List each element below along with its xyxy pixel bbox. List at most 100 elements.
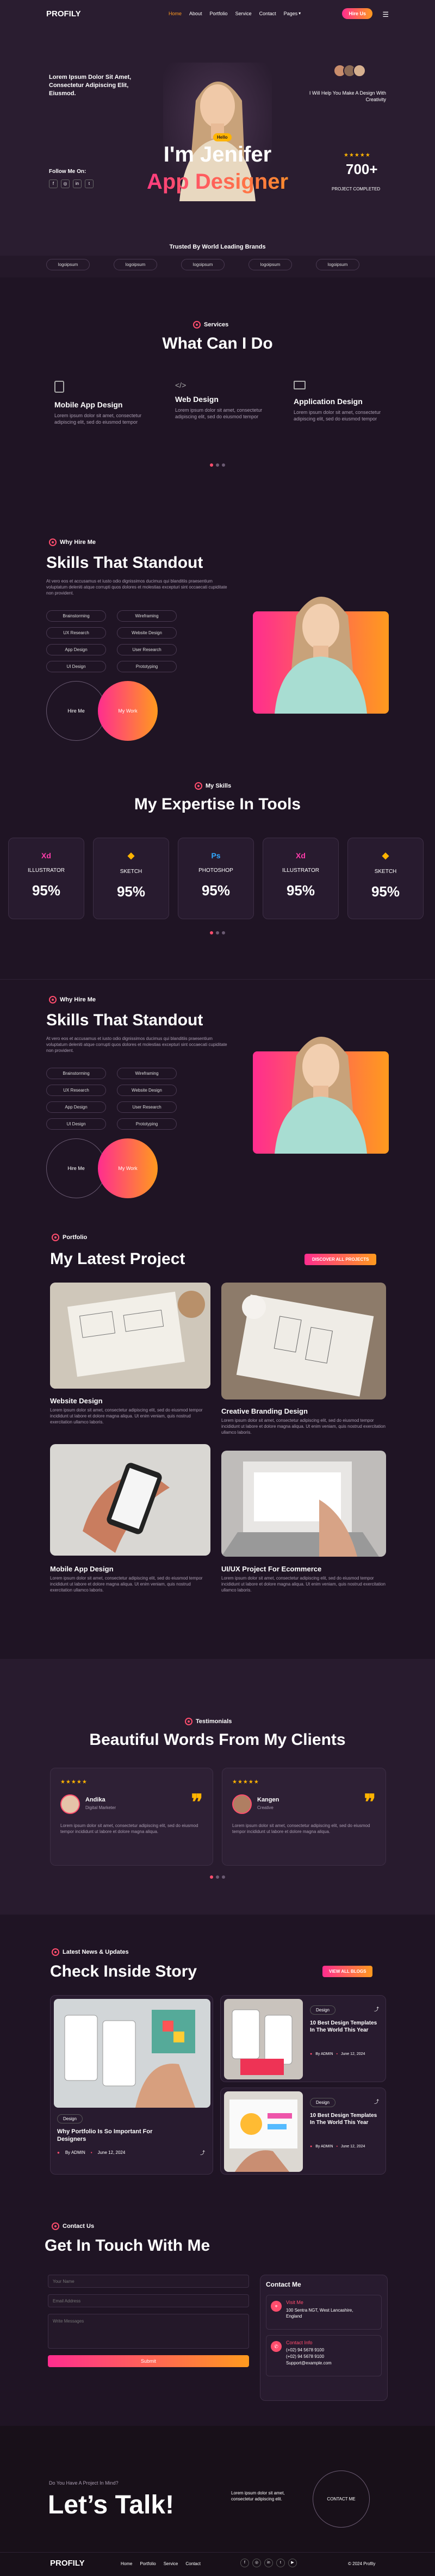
carousel-dots[interactable] (0, 931, 435, 934)
tool-percent: 95% (116, 883, 146, 900)
logo[interactable]: PROFILY (46, 9, 122, 18)
blog-title[interactable]: Why Portfolio Is So Important For Design… (57, 2128, 166, 2143)
hire-me-circle[interactable]: Hire Me (46, 681, 106, 741)
blog-card[interactable]: Design 10 Best Design Templates In The W… (220, 1995, 386, 2082)
footer-cta[interactable]: Let’s Talk! (48, 2490, 174, 2520)
nav-contact[interactable]: Contact (259, 11, 276, 16)
service-card[interactable]: Application Design Lorem ipsum dolor sit… (294, 381, 386, 422)
project-title[interactable]: Mobile App Design (50, 1565, 114, 1573)
service-card[interactable]: </> Web Design Lorem ipsum dolor sit ame… (175, 381, 268, 420)
tool-card[interactable]: Xd ILLUSTRATOR 95% (263, 838, 339, 919)
skills-title: Skills That Standout (46, 1011, 203, 1029)
facebook-icon[interactable]: f (240, 2559, 249, 2567)
testimonial-card: ★★★★★ Kangen Creative ❞ Lorem ipsum dolo… (222, 1768, 386, 1866)
share-icon[interactable]: ⤴ (374, 2005, 379, 2013)
user-icon: ● (310, 2145, 313, 2148)
linkedin-icon[interactable]: in (73, 179, 82, 188)
instagram-icon[interactable]: ◎ (61, 179, 70, 188)
phone-2[interactable]: (+02) 94 5678 9100 (286, 2354, 324, 2359)
skill-tag: Prototyping (117, 661, 177, 672)
nav-pages[interactable]: Pages (284, 11, 298, 16)
hire-me-circle[interactable]: Hire Me (46, 1138, 106, 1198)
service-title: Application Design (294, 397, 363, 406)
share-icon[interactable]: ⤴ (374, 2098, 379, 2105)
footer-link-home[interactable]: Home (121, 2561, 132, 2566)
carousel-dots[interactable] (0, 1875, 435, 1879)
quote-icon: ❞ (364, 1791, 376, 1815)
project-image[interactable] (221, 1451, 386, 1557)
message-input[interactable] (48, 2314, 249, 2349)
service-card[interactable]: Mobile App Design Lorem ipsum dolor sit … (54, 381, 158, 425)
blog-tag[interactable]: Design (57, 2114, 83, 2123)
linkedin-icon[interactable]: in (264, 2559, 273, 2567)
discover-projects-button[interactable]: DISCOVER ALL PROJECTS (304, 1254, 377, 1265)
target-icon (195, 782, 202, 790)
blog-title[interactable]: 10 Best Design Templates In The World Th… (310, 2020, 378, 2034)
menu-icon[interactable]: ☰ (382, 10, 389, 19)
youtube-icon[interactable]: ▶ (288, 2559, 297, 2567)
blog-title[interactable]: 10 Best Design Templates In The World Th… (310, 2112, 378, 2126)
calendar-icon: ▪ (336, 2145, 338, 2148)
project-image[interactable] (50, 1444, 210, 1556)
nav-service[interactable]: Service (235, 11, 252, 16)
service-text: Lorem ipsum dolor sit amet, consectetur … (54, 413, 142, 425)
my-work-circle[interactable]: My Work (98, 681, 158, 741)
service-title: Mobile App Design (54, 400, 123, 409)
tool-name: ILLUSTRATOR (28, 868, 65, 874)
tool-card[interactable]: ◆ SKETCH 95% (93, 838, 169, 919)
submit-button[interactable]: Submit (48, 2355, 249, 2367)
tool-percent: 95% (201, 882, 231, 899)
visit-address: 100 Sentra NGT, West Lancashire, England (286, 2308, 353, 2319)
footer-logo[interactable]: PROFILY (50, 2559, 85, 2568)
project-image[interactable] (221, 1283, 386, 1400)
hire-us-button[interactable]: Hire Us (342, 8, 372, 19)
skill-tags: Brainstorming Wireframing UX Research We… (46, 610, 242, 672)
contact-label: Contact Info (286, 2340, 313, 2345)
view-all-blogs-button[interactable]: VIEW ALL BLOGS (322, 1966, 373, 1977)
my-work-circle[interactable]: My Work (98, 1138, 158, 1198)
blog-card[interactable]: Design 10 Best Design Templates In The W… (220, 2088, 386, 2175)
nav-about[interactable]: About (189, 11, 202, 16)
nav-portfolio[interactable]: Portfolio (210, 11, 228, 16)
follow-label: Follow Me On: (49, 169, 86, 175)
tool-name: SKETCH (120, 869, 142, 875)
footer-link-contact[interactable]: Contact (185, 2561, 201, 2566)
tool-card[interactable]: ◆ SKETCH 95% (347, 838, 424, 919)
blog-meta: ● By ADMIN ▪ June 12, 2024 (310, 2145, 365, 2148)
footer-social: f ◎ in t ▶ (240, 2559, 297, 2567)
tool-percent: 95% (371, 883, 400, 900)
project-title[interactable]: UI/UX Project For Ecommerce (221, 1565, 321, 1573)
share-icon[interactable]: ⤴ (200, 2149, 205, 2156)
name-input[interactable] (48, 2275, 249, 2288)
project-title[interactable]: Creative Branding Design (221, 1407, 308, 1415)
target-icon (49, 538, 57, 546)
project-image[interactable] (50, 1283, 210, 1389)
tool-card[interactable]: Ps PHOTOSHOP 95% (178, 838, 254, 919)
footer-link-service[interactable]: Service (164, 2561, 178, 2566)
instagram-icon[interactable]: ◎ (252, 2559, 261, 2567)
blog-tag[interactable]: Design (310, 2005, 335, 2015)
testimonials-section: Testimonials Beautiful Words From My Cli… (0, 1659, 435, 1915)
calendar-icon: ▪ (90, 2150, 92, 2155)
blog-card-main[interactable]: Design Why Portfolio Is So Important For… (50, 1995, 213, 2175)
contact-title: Get In Touch With Me (45, 2237, 210, 2255)
expertise-title: My Expertise In Tools (134, 795, 301, 813)
monitor-icon (294, 381, 306, 389)
email-link[interactable]: Support@example.com (286, 2361, 332, 2366)
blog-tag[interactable]: Design (310, 2098, 335, 2107)
skills-section-repeat: Why Hire Me Skills That Standout At vero… (0, 979, 435, 1213)
mobile-icon (54, 381, 64, 393)
twitter-icon[interactable]: t (85, 179, 94, 188)
project-title[interactable]: Website Design (50, 1397, 103, 1405)
footer-link-portfolio[interactable]: Portfolio (140, 2561, 156, 2566)
contact-me-circle[interactable]: CONTACT ME (313, 2470, 370, 2528)
service-text: Lorem ipsum dolor sit amet, consectetur … (294, 410, 381, 422)
avatar (353, 64, 366, 77)
nav-home[interactable]: Home (169, 11, 182, 16)
phone-1[interactable]: (+02) 94 5678 9100 (286, 2348, 324, 2352)
facebook-icon[interactable]: f (49, 179, 58, 188)
carousel-dots[interactable] (0, 463, 435, 467)
email-input[interactable] (48, 2294, 249, 2307)
tool-card[interactable]: Xd ILLUSTRATOR 95% (8, 838, 84, 919)
twitter-icon[interactable]: t (276, 2559, 285, 2567)
